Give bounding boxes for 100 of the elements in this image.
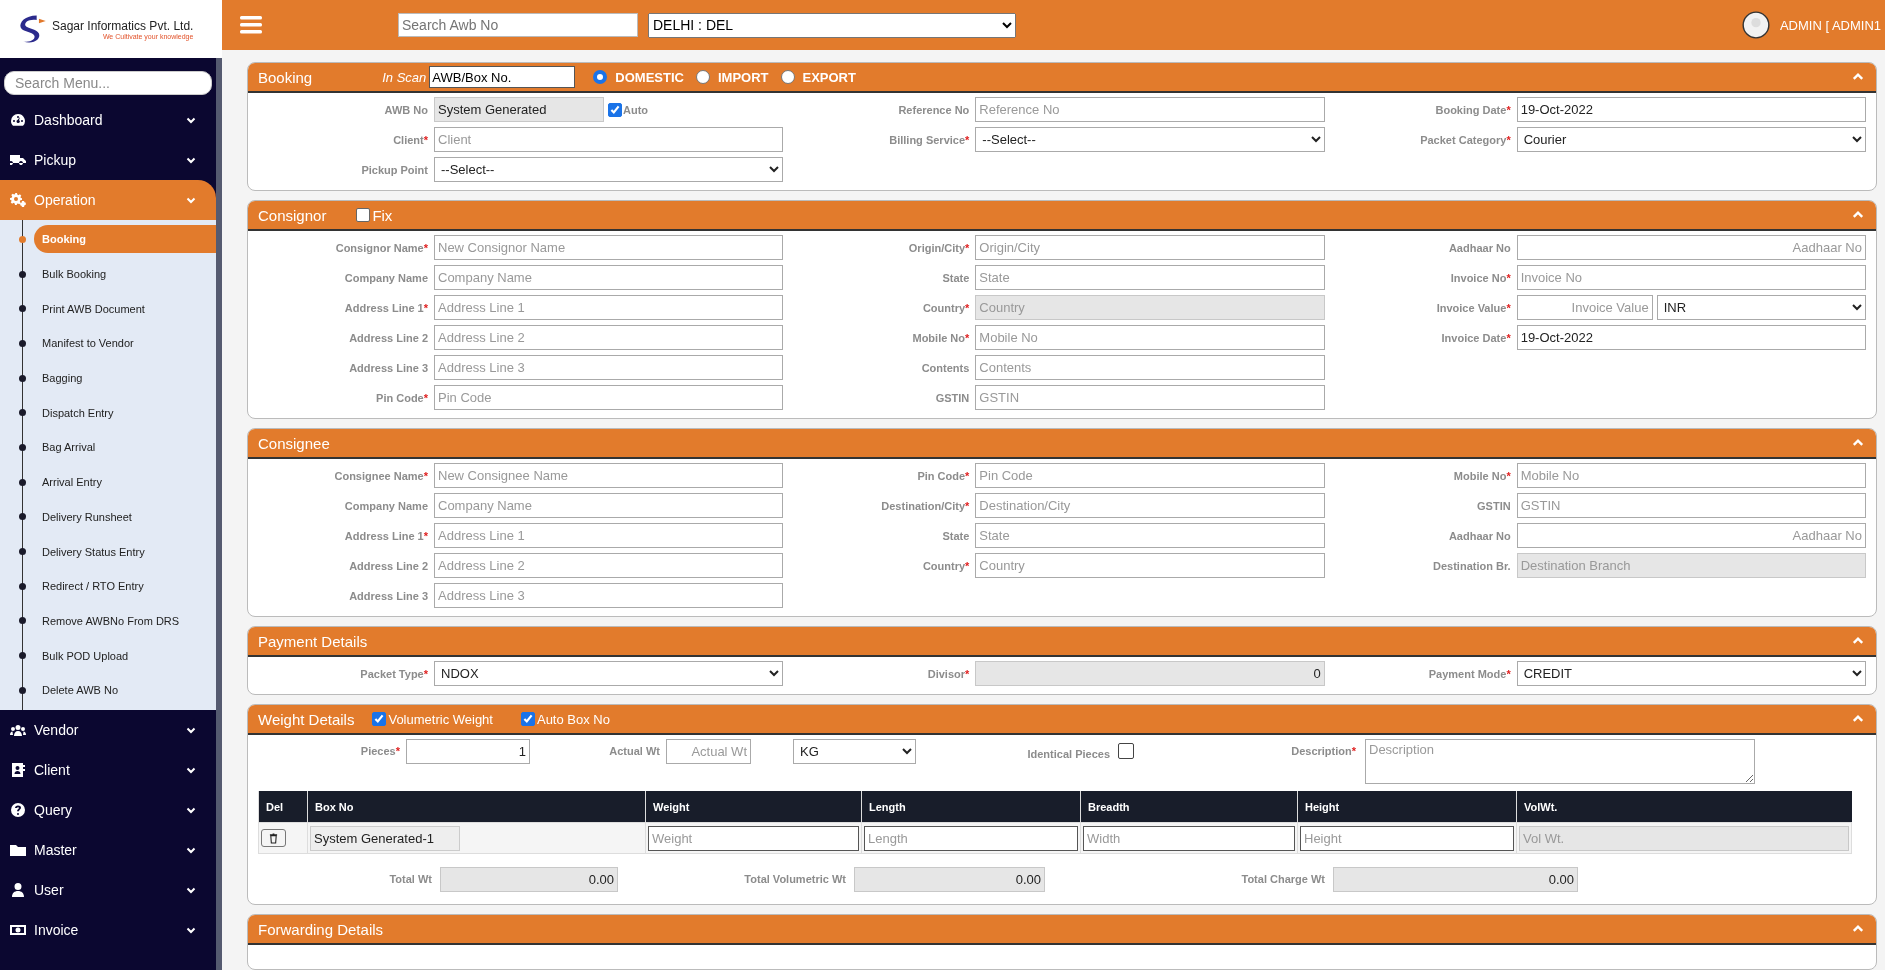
input-field[interactable]: Contents <box>975 355 1325 380</box>
timeline-dot-icon <box>19 652 26 660</box>
menu-item-icon <box>10 192 26 208</box>
sidebar-menu-item[interactable]: Dashboard <box>0 100 216 140</box>
field-label: Pin Code* <box>375 391 428 404</box>
column-header: Del <box>258 791 308 823</box>
input-field[interactable]: State <box>975 265 1325 290</box>
input-field[interactable]: Address Line 3 <box>434 583 784 608</box>
total-field[interactable]: 0.00 <box>1333 866 1578 892</box>
chevron-down-icon <box>186 155 196 165</box>
menu-icon[interactable] <box>240 16 262 34</box>
input-field[interactable]: Width <box>1083 825 1295 851</box>
description-field[interactable]: Description <box>1365 739 1755 784</box>
select-field[interactable]: --Select-- <box>434 157 784 182</box>
input-field[interactable]: Pin Code <box>975 463 1325 488</box>
delete-button[interactable] <box>261 829 286 847</box>
sidebar-menu-item[interactable]: Master <box>0 829 216 870</box>
submenu-item[interactable]: Remove AWBNo From DRS <box>34 606 216 635</box>
identical-pieces-checkbox[interactable] <box>1118 743 1134 759</box>
input-field[interactable]: State <box>975 523 1325 548</box>
submenu-item[interactable]: Bagging <box>34 364 216 393</box>
select-field[interactable]: --Select-- <box>975 127 1325 152</box>
avatar-icon[interactable] <box>1741 11 1770 39</box>
menu-search-field[interactable]: Search Menu... <box>4 71 212 95</box>
menu-item-icon <box>10 112 26 128</box>
field-label: Pin Code* <box>916 469 970 482</box>
field-label: Invoice No* <box>1449 271 1511 284</box>
submenu-item[interactable]: Delivery Runsheet <box>34 502 216 531</box>
input-field[interactable]: Invoice Value <box>1516 295 1653 320</box>
sidebar-menu-item[interactable]: Vendor <box>0 709 216 750</box>
input-field[interactable]: Pin Code <box>434 385 784 410</box>
select-field[interactable]: Courier <box>1516 127 1866 152</box>
field-label: Consignor Name* <box>334 241 428 254</box>
awb-search-field[interactable]: Search Awb No <box>398 13 638 37</box>
menu-item-icon <box>10 801 26 818</box>
section-title: Weight Details <box>258 710 355 728</box>
select-field[interactable]: NDOX <box>434 661 784 686</box>
input-field[interactable]: Destination/City <box>975 493 1325 518</box>
input-field[interactable]: New Consignee Name <box>434 463 784 488</box>
section-title: Payment Details <box>258 632 368 650</box>
field-label: GSTIN <box>1476 499 1511 512</box>
input-field[interactable]: Height <box>1300 825 1514 851</box>
input-field[interactable]: Actual Wt <box>666 739 751 764</box>
select-field[interactable]: CREDIT <box>1516 661 1866 686</box>
column-header: Height <box>1297 791 1517 823</box>
input-field[interactable]: Mobile No <box>1516 463 1866 488</box>
box-no-field[interactable]: System Generated-1 <box>310 825 460 851</box>
input-field[interactable]: 1 <box>406 739 530 764</box>
scrollbar[interactable] <box>216 58 222 970</box>
input-field[interactable]: Country <box>975 553 1325 578</box>
submenu-item[interactable]: Delete AWB No <box>34 676 216 705</box>
field-label: Address Line 2 <box>348 331 428 344</box>
submenu-item[interactable]: Bulk POD Upload <box>34 641 216 670</box>
sidebar-menu-item[interactable]: Pickup <box>0 140 216 180</box>
input-field[interactable]: 19-Oct-2022 <box>1516 97 1866 122</box>
unit-select[interactable]: KG <box>793 739 916 764</box>
input-field[interactable]: Address Line 1 <box>434 523 784 548</box>
submenu-item[interactable]: Print AWB Document <box>34 294 216 323</box>
input-field[interactable]: Origin/City <box>975 235 1325 260</box>
field-label: Identical Pieces <box>1026 747 1110 762</box>
submenu-item[interactable]: Bag Arrival <box>34 433 216 462</box>
in-scan-label: In Scan <box>382 69 427 85</box>
input-field[interactable]: Address Line 3 <box>434 355 784 380</box>
branch-select[interactable]: DELHI : DEL <box>648 12 1016 38</box>
total-field[interactable]: 0.00 <box>854 866 1045 892</box>
input-field[interactable]: Company Name <box>434 265 784 290</box>
input-field[interactable]: Client <box>434 127 784 152</box>
currency-select[interactable]: INR <box>1656 295 1866 320</box>
sidebar-menu-item[interactable]: Invoice <box>0 909 216 950</box>
input-field[interactable]: GSTIN <box>1516 493 1866 518</box>
input-field[interactable]: Address Line 2 <box>434 553 784 578</box>
submenu-item[interactable]: Redirect / RTO Entry <box>34 572 216 601</box>
input-field[interactable]: GSTIN <box>975 385 1325 410</box>
total-field[interactable]: 0.00 <box>440 866 618 892</box>
input-field[interactable]: Invoice No <box>1516 265 1866 290</box>
sidebar-menu-item[interactable]: Client <box>0 749 216 790</box>
input-field[interactable]: Length <box>864 825 1078 851</box>
timeline-dot-icon <box>19 548 26 556</box>
field-label: Total Volumetric Wt <box>743 873 846 885</box>
submenu-item[interactable]: Delivery Status Entry <box>34 537 216 566</box>
vol-wt-field[interactable]: Vol Wt. <box>1519 825 1849 851</box>
column-header: Length <box>861 791 1081 823</box>
input-field[interactable]: Aadhaar No <box>1516 523 1866 548</box>
input-field[interactable]: Weight <box>648 825 859 851</box>
sidebar-menu-item[interactable]: Query <box>0 789 216 830</box>
input-field[interactable]: Mobile No <box>975 325 1325 350</box>
input-field[interactable]: 19-Oct-2022 <box>1516 325 1866 350</box>
in-scan-field[interactable]: AWB/Box No. <box>429 66 576 88</box>
input-field[interactable]: New Consignor Name <box>434 235 784 260</box>
timeline-dot-icon <box>19 305 26 313</box>
submenu-item[interactable]: Dispatch Entry <box>34 398 216 427</box>
input-field[interactable]: Address Line 1 <box>434 295 784 320</box>
input-field[interactable]: Reference No <box>975 97 1325 122</box>
sidebar-menu-item[interactable]: User <box>0 869 216 910</box>
input-field[interactable]: Address Line 2 <box>434 325 784 350</box>
input-field[interactable]: Company Name <box>434 493 784 518</box>
submenu-item[interactable]: Bulk Booking <box>34 260 216 289</box>
input-field[interactable]: Aadhaar No <box>1516 235 1866 260</box>
submenu-item[interactable]: Arrival Entry <box>34 468 216 497</box>
submenu-item[interactable]: Manifest to Vendor <box>34 329 216 358</box>
